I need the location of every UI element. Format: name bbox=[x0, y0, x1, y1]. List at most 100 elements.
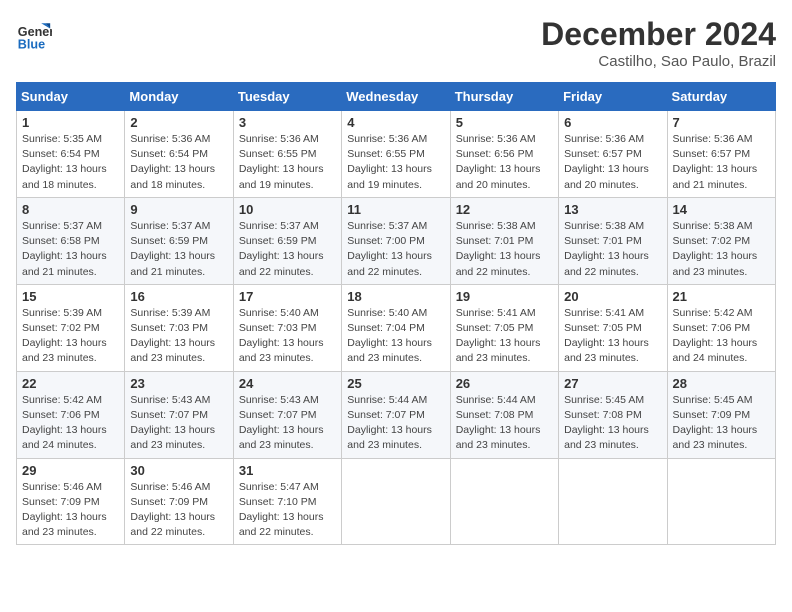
weekday-header-sunday: Sunday bbox=[17, 83, 125, 111]
weekday-header-monday: Monday bbox=[125, 83, 233, 111]
day-info: Sunrise: 5:37 AM Sunset: 6:59 PM Dayligh… bbox=[239, 219, 336, 280]
calendar-cell: 21Sunrise: 5:42 AM Sunset: 7:06 PM Dayli… bbox=[667, 284, 775, 371]
calendar-cell: 20Sunrise: 5:41 AM Sunset: 7:05 PM Dayli… bbox=[559, 284, 667, 371]
calendar-cell: 11 Sunrise: 5:37 AM Sunset: 7:00 PM Dayli… bbox=[342, 197, 450, 284]
day-info: Sunrise: 5:37 AM Sunset: 6:58 PM Dayligh… bbox=[22, 219, 119, 280]
calendar-cell: 17 Sunrise: 5:40 AM Sunset: 7:03 PM Dayli… bbox=[233, 284, 341, 371]
day-number: 1 bbox=[22, 115, 119, 130]
day-info: Sunrise: 5:46 AM Sunset: 7:09 PM Dayligh… bbox=[22, 480, 119, 541]
day-info: Sunrise: 5:36 AM Sunset: 6:54 PM Dayligh… bbox=[130, 132, 227, 193]
calendar-week-row: 29 Sunrise: 5:46 AM Sunset: 7:09 PM Dayli… bbox=[17, 458, 776, 545]
day-info: Sunrise: 5:43 AM Sunset: 7:07 PM Dayligh… bbox=[239, 393, 336, 454]
calendar-cell: 7 Sunrise: 5:36 AM Sunset: 6:57 PM Daylig… bbox=[667, 111, 775, 198]
calendar-cell: 27 Sunrise: 5:45 AM Sunset: 7:08 PM Dayli… bbox=[559, 371, 667, 458]
calendar-cell: 23 Sunrise: 5:43 AM Sunset: 7:07 PM Dayli… bbox=[125, 371, 233, 458]
calendar-cell: 6 Sunrise: 5:36 AM Sunset: 6:57 PM Daylig… bbox=[559, 111, 667, 198]
day-info: Sunrise: 5:36 AM Sunset: 6:56 PM Dayligh… bbox=[456, 132, 553, 193]
logo-icon: General Blue bbox=[16, 16, 52, 52]
day-number: 28 bbox=[673, 376, 770, 391]
calendar-cell: 22 Sunrise: 5:42 AM Sunset: 7:06 PM Dayli… bbox=[17, 371, 125, 458]
calendar-cell bbox=[450, 458, 558, 545]
day-info: Sunrise: 5:41 AM Sunset: 7:05 PM Dayligh… bbox=[564, 306, 661, 367]
month-year: December 2024 bbox=[541, 16, 776, 53]
day-info: Sunrise: 5:40 AM Sunset: 7:03 PM Dayligh… bbox=[239, 306, 336, 367]
day-info: Sunrise: 5:36 AM Sunset: 6:57 PM Dayligh… bbox=[564, 132, 661, 193]
day-info: Sunrise: 5:35 AM Sunset: 6:54 PM Dayligh… bbox=[22, 132, 119, 193]
weekday-header-saturday: Saturday bbox=[667, 83, 775, 111]
day-info: Sunrise: 5:45 AM Sunset: 7:09 PM Dayligh… bbox=[673, 393, 770, 454]
day-info: Sunrise: 5:39 AM Sunset: 7:03 PM Dayligh… bbox=[130, 306, 227, 367]
day-number: 27 bbox=[564, 376, 661, 391]
day-info: Sunrise: 5:39 AM Sunset: 7:02 PM Dayligh… bbox=[22, 306, 119, 367]
calendar-week-row: 1 Sunrise: 5:35 AM Sunset: 6:54 PM Daylig… bbox=[17, 111, 776, 198]
day-number: 7 bbox=[673, 115, 770, 130]
day-info: Sunrise: 5:37 AM Sunset: 6:59 PM Dayligh… bbox=[130, 219, 227, 280]
day-info: Sunrise: 5:43 AM Sunset: 7:07 PM Dayligh… bbox=[130, 393, 227, 454]
weekday-header-tuesday: Tuesday bbox=[233, 83, 341, 111]
day-info: Sunrise: 5:38 AM Sunset: 7:01 PM Dayligh… bbox=[564, 219, 661, 280]
day-number: 6 bbox=[564, 115, 661, 130]
day-info: Sunrise: 5:42 AM Sunset: 7:06 PM Dayligh… bbox=[22, 393, 119, 454]
calendar-cell: 15 Sunrise: 5:39 AM Sunset: 7:02 PM Dayli… bbox=[17, 284, 125, 371]
day-number: 14 bbox=[673, 202, 770, 217]
logo: General Blue bbox=[16, 16, 52, 52]
svg-text:Blue: Blue bbox=[18, 37, 45, 51]
calendar-cell: 14Sunrise: 5:38 AM Sunset: 7:02 PM Dayli… bbox=[667, 197, 775, 284]
day-info: Sunrise: 5:40 AM Sunset: 7:04 PM Dayligh… bbox=[347, 306, 444, 367]
calendar-week-row: 15 Sunrise: 5:39 AM Sunset: 7:02 PM Dayli… bbox=[17, 284, 776, 371]
day-number: 10 bbox=[239, 202, 336, 217]
day-number: 15 bbox=[22, 289, 119, 304]
calendar-cell: 26 Sunrise: 5:44 AM Sunset: 7:08 PM Dayli… bbox=[450, 371, 558, 458]
day-info: Sunrise: 5:46 AM Sunset: 7:09 PM Dayligh… bbox=[130, 480, 227, 541]
weekday-header-friday: Friday bbox=[559, 83, 667, 111]
calendar-cell: 24 Sunrise: 5:43 AM Sunset: 7:07 PM Dayli… bbox=[233, 371, 341, 458]
calendar-cell: 28 Sunrise: 5:45 AM Sunset: 7:09 PM Dayli… bbox=[667, 371, 775, 458]
day-number: 11 bbox=[347, 202, 444, 217]
day-number: 2 bbox=[130, 115, 227, 130]
calendar-cell: 31Sunrise: 5:47 AM Sunset: 7:10 PM Dayli… bbox=[233, 458, 341, 545]
calendar-cell: 4Sunrise: 5:36 AM Sunset: 6:55 PM Daylig… bbox=[342, 111, 450, 198]
calendar-cell: 19 Sunrise: 5:41 AM Sunset: 7:05 PM Dayli… bbox=[450, 284, 558, 371]
calendar-cell: 8 Sunrise: 5:37 AM Sunset: 6:58 PM Daylig… bbox=[17, 197, 125, 284]
calendar-cell: 3 Sunrise: 5:36 AM Sunset: 6:55 PM Daylig… bbox=[233, 111, 341, 198]
day-info: Sunrise: 5:42 AM Sunset: 7:06 PM Dayligh… bbox=[673, 306, 770, 367]
day-info: Sunrise: 5:41 AM Sunset: 7:05 PM Dayligh… bbox=[456, 306, 553, 367]
calendar-week-row: 22 Sunrise: 5:42 AM Sunset: 7:06 PM Dayli… bbox=[17, 371, 776, 458]
calendar-week-row: 8 Sunrise: 5:37 AM Sunset: 6:58 PM Daylig… bbox=[17, 197, 776, 284]
calendar-cell: 1 Sunrise: 5:35 AM Sunset: 6:54 PM Daylig… bbox=[17, 111, 125, 198]
calendar-cell: 12Sunrise: 5:38 AM Sunset: 7:01 PM Dayli… bbox=[450, 197, 558, 284]
calendar-cell: 10 Sunrise: 5:37 AM Sunset: 6:59 PM Dayli… bbox=[233, 197, 341, 284]
title-block: December 2024 Castilho, Sao Paulo, Brazi… bbox=[541, 16, 776, 70]
day-number: 18 bbox=[347, 289, 444, 304]
day-number: 24 bbox=[239, 376, 336, 391]
day-number: 16 bbox=[130, 289, 227, 304]
calendar-cell: 30 Sunrise: 5:46 AM Sunset: 7:09 PM Dayli… bbox=[125, 458, 233, 545]
day-number: 25 bbox=[347, 376, 444, 391]
weekday-header-row: SundayMondayTuesdayWednesdayThursdayFrid… bbox=[17, 83, 776, 111]
location: Castilho, Sao Paulo, Brazil bbox=[541, 53, 776, 70]
day-info: Sunrise: 5:38 AM Sunset: 7:01 PM Dayligh… bbox=[456, 219, 553, 280]
day-number: 19 bbox=[456, 289, 553, 304]
day-number: 17 bbox=[239, 289, 336, 304]
day-info: Sunrise: 5:37 AM Sunset: 7:00 PM Dayligh… bbox=[347, 219, 444, 280]
day-number: 22 bbox=[22, 376, 119, 391]
day-info: Sunrise: 5:45 AM Sunset: 7:08 PM Dayligh… bbox=[564, 393, 661, 454]
weekday-header-thursday: Thursday bbox=[450, 83, 558, 111]
day-number: 3 bbox=[239, 115, 336, 130]
calendar-cell: 29 Sunrise: 5:46 AM Sunset: 7:09 PM Dayli… bbox=[17, 458, 125, 545]
day-info: Sunrise: 5:44 AM Sunset: 7:08 PM Dayligh… bbox=[456, 393, 553, 454]
page-header: General Blue December 2024 Castilho, Sao… bbox=[16, 16, 776, 70]
day-number: 30 bbox=[130, 463, 227, 478]
day-number: 4 bbox=[347, 115, 444, 130]
day-info: Sunrise: 5:36 AM Sunset: 6:57 PM Dayligh… bbox=[673, 132, 770, 193]
calendar-cell: 5Sunrise: 5:36 AM Sunset: 6:56 PM Daylig… bbox=[450, 111, 558, 198]
day-info: Sunrise: 5:36 AM Sunset: 6:55 PM Dayligh… bbox=[239, 132, 336, 193]
day-number: 8 bbox=[22, 202, 119, 217]
day-number: 26 bbox=[456, 376, 553, 391]
calendar-cell bbox=[559, 458, 667, 545]
day-number: 23 bbox=[130, 376, 227, 391]
calendar-cell bbox=[667, 458, 775, 545]
day-number: 29 bbox=[22, 463, 119, 478]
weekday-header-wednesday: Wednesday bbox=[342, 83, 450, 111]
calendar-cell: 16 Sunrise: 5:39 AM Sunset: 7:03 PM Dayli… bbox=[125, 284, 233, 371]
